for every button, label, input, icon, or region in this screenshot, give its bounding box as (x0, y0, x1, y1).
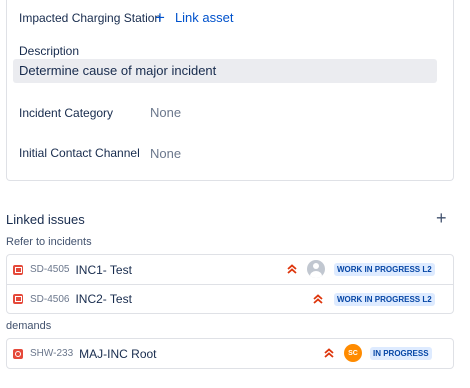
description-field[interactable]: Determine cause of major incident (13, 59, 437, 83)
linked-issue-row[interactable]: SHW-233 MAJ-INC Root SC IN PROGRESS (7, 339, 453, 368)
linked-issues-title: Linked issues (6, 212, 85, 227)
issue-summary[interactable]: INC2- Test (75, 292, 131, 306)
status-badge[interactable]: WORK IN PROGRESS L2 (334, 263, 435, 276)
incident-category-label: Incident Category (19, 106, 114, 120)
linked-issue-row[interactable]: SD-4506 INC2- Test WORK IN PROGRESS L2 (7, 284, 453, 313)
issue-details-panel: Impacted Charging Station + Link asset D… (6, 0, 454, 181)
incident-type-icon (13, 294, 23, 304)
status-badge[interactable]: WORK IN PROGRESS L2 (334, 293, 435, 306)
issue-key[interactable]: SD-4506 (30, 294, 69, 305)
issue-key[interactable]: SHW-233 (30, 348, 73, 359)
link-group-label: Refer to incidents (6, 236, 92, 248)
initial-contact-channel-value[interactable]: None (150, 146, 181, 161)
incident-category-value[interactable]: None (150, 105, 181, 120)
description-label: Description (19, 44, 80, 58)
priority-highest-icon (324, 348, 334, 358)
initial-contact-channel-label: Initial Contact Channel (19, 146, 140, 160)
priority-highest-icon (287, 264, 297, 274)
linked-issues-list: SD-4505 INC1- Test WORK IN PROGRESS L2 S… (6, 254, 454, 314)
impacted-charging-station-label: Impacted Charging Station (19, 11, 162, 25)
major-incident-type-icon (13, 348, 23, 359)
issue-key[interactable]: SD-4505 (30, 264, 69, 275)
linked-issue-row[interactable]: SD-4505 INC1- Test WORK IN PROGRESS L2 (7, 255, 453, 284)
linked-issues-list: SHW-233 MAJ-INC Root SC IN PROGRESS (6, 338, 454, 369)
status-badge[interactable]: IN PROGRESS (370, 347, 432, 360)
plus-icon: + (155, 7, 165, 27)
issue-summary[interactable]: INC1- Test (75, 263, 131, 277)
issue-summary[interactable]: MAJ-INC Root (79, 347, 156, 361)
priority-highest-icon (313, 294, 323, 304)
assignee-avatar[interactable]: SC (344, 344, 362, 362)
unassigned-avatar-icon[interactable] (307, 260, 325, 278)
link-asset-button[interactable]: + Link asset (155, 8, 233, 26)
add-link-button[interactable]: + (436, 209, 447, 227)
link-asset-label: Link asset (174, 9, 234, 25)
incident-type-icon (13, 264, 23, 275)
link-group-label: demands (6, 320, 52, 332)
